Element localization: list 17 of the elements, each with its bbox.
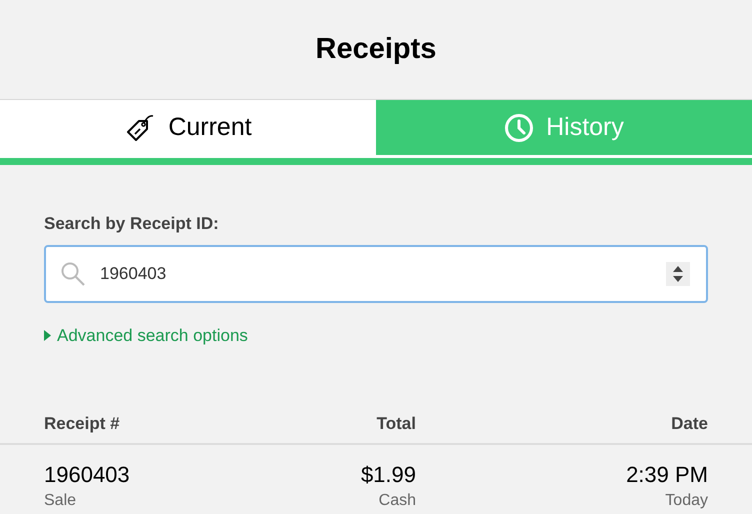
- cell-subtext: Cash: [378, 490, 416, 511]
- cell-value: 2:39 PM: [626, 460, 708, 489]
- cell-value: 1960403: [44, 460, 130, 489]
- cell-subtext: Today: [665, 490, 708, 511]
- caret-icon: [44, 330, 51, 341]
- cell-subtext: Sale: [44, 490, 76, 511]
- search-icon: [60, 260, 86, 286]
- column-header: Date: [670, 412, 708, 435]
- clock-icon: [504, 112, 534, 142]
- tab[interactable]: Current: [0, 100, 376, 155]
- search-label: Search by Receipt ID:: [44, 213, 220, 235]
- column-header: Total: [376, 412, 416, 435]
- cell-value: $1.99: [360, 460, 416, 489]
- spinner-icon[interactable]: [666, 262, 690, 286]
- page-title: Receipts: [316, 32, 436, 67]
- column-header: Receipt #: [44, 412, 121, 435]
- search-field[interactable]: 1960403: [44, 244, 708, 302]
